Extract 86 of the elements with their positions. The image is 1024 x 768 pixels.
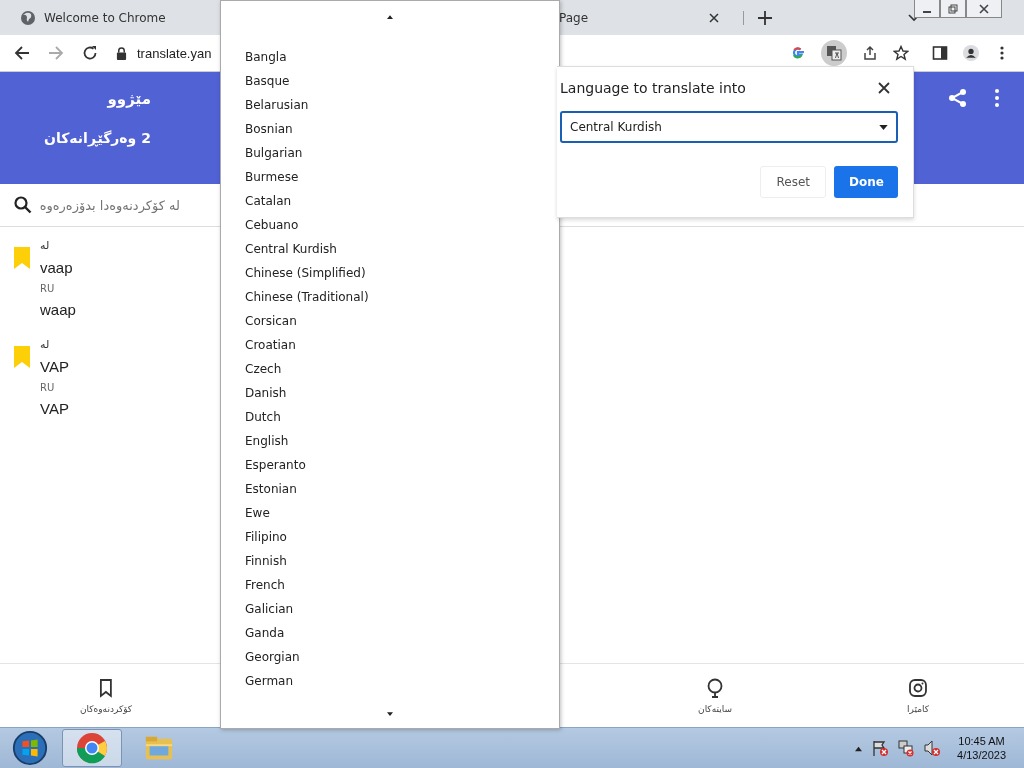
google-icon[interactable] xyxy=(790,45,806,61)
nav-tab[interactable]: کامێرا xyxy=(907,678,929,714)
language-option[interactable]: French xyxy=(245,573,285,597)
chrome-taskbar-button[interactable] xyxy=(62,729,122,767)
language-option[interactable]: Ganda xyxy=(245,621,285,645)
language-option[interactable]: Basque xyxy=(245,69,290,93)
language-option[interactable]: Galician xyxy=(245,597,294,621)
language-option[interactable]: Bangla xyxy=(245,45,287,69)
language-option[interactable]: Filipino xyxy=(245,525,287,549)
language-option[interactable]: Bosnian xyxy=(245,117,293,141)
done-button[interactable]: Done xyxy=(834,166,898,198)
language-option[interactable]: English xyxy=(245,429,289,453)
star-icon[interactable] xyxy=(893,45,909,61)
lock-icon xyxy=(116,46,127,60)
language-option[interactable]: Cebuano xyxy=(245,213,299,237)
minimize-icon xyxy=(923,10,931,13)
clock-time[interactable]: 10:45 AM xyxy=(958,735,1005,747)
scroll-down-icon[interactable] xyxy=(387,712,393,716)
language-option[interactable]: Estonian xyxy=(245,477,297,501)
flag-icon[interactable] xyxy=(871,739,890,757)
globe-icon xyxy=(20,9,36,26)
clock-date[interactable]: 4/13/2023 xyxy=(957,749,1006,761)
source-text: VAP xyxy=(40,358,69,375)
language-option[interactable]: Central Kurdish xyxy=(245,237,337,261)
side-panel-icon[interactable] xyxy=(932,45,948,61)
language-option[interactable]: Esperanto xyxy=(245,453,306,477)
scroll-up-icon[interactable] xyxy=(387,15,393,19)
show-hidden-icons-icon[interactable] xyxy=(854,744,864,752)
minimize-button[interactable] xyxy=(914,0,940,18)
reload-icon[interactable] xyxy=(82,45,98,61)
language-option[interactable]: Czech xyxy=(245,357,282,381)
windows-logo xyxy=(11,729,49,767)
source-language-label: لە xyxy=(40,239,50,252)
language-option[interactable]: Burmese xyxy=(245,165,299,189)
restore-icon xyxy=(948,3,958,14)
chrome-logo xyxy=(76,732,108,764)
profile-icon[interactable] xyxy=(963,45,979,61)
restore-button[interactable] xyxy=(940,0,966,18)
new-tab-icon[interactable] xyxy=(743,10,772,25)
nav-tab[interactable]: کۆکردنەوەکان xyxy=(79,678,133,714)
language-option[interactable]: Bulgarian xyxy=(245,141,303,165)
language-option[interactable]: Belarusian xyxy=(245,93,309,117)
language-option[interactable]: German xyxy=(245,669,294,693)
close-icon xyxy=(979,3,989,14)
speech-bubble-icon xyxy=(705,678,725,698)
share-icon[interactable] xyxy=(948,88,968,108)
translation-count: 2 وەرگێڕانەکان xyxy=(44,130,151,146)
translate-icon xyxy=(826,45,842,61)
language-option[interactable]: Ewe xyxy=(245,501,270,525)
more-icon[interactable] xyxy=(994,88,1000,108)
language-option[interactable]: Finnish xyxy=(245,549,287,573)
target-language-label: RU xyxy=(40,382,55,393)
language-option[interactable]: Chinese (Traditional) xyxy=(245,285,369,309)
translation-text: waap xyxy=(40,301,76,318)
browser-tab[interactable]: Welcome to Chrome xyxy=(20,0,220,35)
search-icon xyxy=(14,196,32,214)
browser-tab[interactable]: Page xyxy=(559,0,719,35)
target-language-label: RU xyxy=(40,283,55,294)
translate-button[interactable] xyxy=(821,40,847,66)
language-option[interactable]: Georgian xyxy=(245,645,300,669)
language-option[interactable]: Catalan xyxy=(245,189,292,213)
close-icon[interactable] xyxy=(709,12,719,23)
back-icon[interactable] xyxy=(14,45,30,61)
nav-tab[interactable]: سایتەکان xyxy=(698,678,732,714)
language-option[interactable]: Corsican xyxy=(245,309,297,333)
translation-text: VAP xyxy=(40,400,69,417)
bubble-title: Language to translate into xyxy=(560,80,746,96)
language-option[interactable]: Dutch xyxy=(245,405,281,429)
camera-icon xyxy=(908,678,928,698)
source-text: vaap xyxy=(40,259,73,276)
language-option[interactable]: Croatian xyxy=(245,333,296,357)
close-icon[interactable] xyxy=(878,82,890,94)
address-bar[interactable]: translate.yan xyxy=(137,45,212,61)
share-icon[interactable] xyxy=(862,45,878,61)
chevron-down-icon[interactable] xyxy=(908,13,920,22)
reset-button[interactable]: Reset xyxy=(760,166,826,198)
search-field[interactable]: لە کۆکردنەوەدا بدۆزەرەوە xyxy=(40,197,180,213)
caret-icon xyxy=(879,124,888,130)
language-select[interactable]: Central Kurdish xyxy=(560,111,898,143)
language-option[interactable]: Danish xyxy=(245,381,287,405)
source-language-label: لە xyxy=(40,338,50,351)
history-title: مێژوو xyxy=(106,90,151,108)
close-button[interactable] xyxy=(966,0,1002,18)
volume-icon[interactable] xyxy=(923,739,942,757)
network-icon[interactable] xyxy=(897,739,916,757)
language-option[interactable]: Chinese (Simplified) xyxy=(245,261,366,285)
